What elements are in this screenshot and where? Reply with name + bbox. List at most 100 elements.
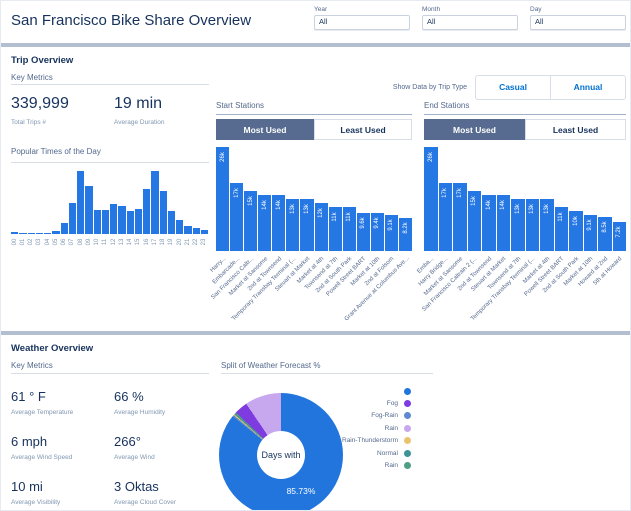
station-bar[interactable]: 13k <box>286 199 300 251</box>
station-bar[interactable]: 17k <box>230 183 244 251</box>
weather-metric-value: 61 ° F <box>11 389 46 404</box>
trip-type-button-casual[interactable]: Casual <box>475 75 550 100</box>
hist-bar-04[interactable] <box>44 232 52 234</box>
station-bar[interactable]: 26k <box>424 147 438 251</box>
hist-x-label: 09 <box>85 238 92 246</box>
forecast-legend: Fog Fog-Rain Rain Rain-Thunderstorm Normal Ra… <box>301 385 411 472</box>
station-bar[interactable]: 11k <box>342 207 356 251</box>
hist-bar-07[interactable] <box>68 202 76 234</box>
start-stations-title: Start Stations <box>216 101 265 110</box>
legend-label: Rain <box>384 462 398 470</box>
forecast-title: Split of Weather Forecast % <box>221 361 321 370</box>
hist-bar-13[interactable] <box>118 205 126 234</box>
hist-bar-00[interactable] <box>11 232 19 234</box>
legend-item[interactable]: Rain <box>301 459 411 471</box>
station-bar[interactable]: 13k <box>511 199 525 251</box>
metric-label: Total Trips # <box>11 119 47 126</box>
donut-data-label: 85.73% <box>286 486 316 496</box>
station-bar[interactable]: 11k <box>328 207 342 251</box>
hist-bar-03[interactable] <box>35 233 43 234</box>
start-stations-chart[interactable]: 26k 17k 15k 14k 14k 13k 13k 12k 11k 11k 9.6k 9.4k 9.… <box>216 147 413 251</box>
legend-label: Rain-Thunderstorm <box>342 437 398 445</box>
bar-value-label: 11k <box>332 212 339 222</box>
bar-value-label: 8.5k <box>601 221 608 233</box>
divider <box>11 84 209 85</box>
hist-bar-06[interactable] <box>60 222 68 234</box>
station-bar[interactable]: 7.2k <box>612 222 626 251</box>
filter-value-dropdown[interactable]: All <box>314 15 410 30</box>
hist-bar-19[interactable] <box>167 210 175 234</box>
station-bar[interactable]: 15k <box>467 191 481 251</box>
station-bar[interactable]: 26k <box>216 147 230 251</box>
station-bar[interactable]: 11k <box>554 207 568 251</box>
station-bar[interactable]: 9.6k <box>356 212 370 251</box>
hist-x-label: 21 <box>184 238 191 246</box>
station-bar[interactable]: 13k <box>540 199 554 251</box>
legend-item[interactable]: Normal <box>301 447 411 459</box>
station-bar[interactable]: 12k <box>314 203 328 251</box>
station-bar[interactable]: 17k <box>453 183 467 251</box>
weather-metric: 61 ° F Average Temperature <box>11 389 114 434</box>
hist-bar-14[interactable] <box>126 211 134 234</box>
legend-item[interactable]: Rain-Thunderstorm <box>301 435 411 447</box>
trip-overview-section: Trip Overview Key Metrics 339,999 Total T… <box>1 47 630 331</box>
hist-bar-02[interactable] <box>27 233 35 234</box>
station-bar[interactable]: 15k <box>244 191 258 251</box>
station-bar[interactable]: 14k <box>496 195 510 251</box>
hist-bar-22[interactable] <box>192 228 200 234</box>
bar-value-label: 14k <box>500 200 507 210</box>
hist-bar-09[interactable] <box>85 186 93 234</box>
station-bar[interactable]: 13k <box>300 199 314 251</box>
legend-item[interactable]: Rain <box>301 422 411 434</box>
station-bar[interactable]: 8.2k <box>399 218 413 251</box>
start-stations-tab-least-used[interactable]: Least Used <box>314 119 412 140</box>
legend-item[interactable] <box>301 385 411 397</box>
end-stations-tab-most-used[interactable]: Most Used <box>424 119 525 140</box>
weather-metric: 266° Average Wind <box>114 434 211 479</box>
bar-value-label: 9.6k <box>360 216 367 229</box>
station-bar[interactable]: 14k <box>258 195 272 251</box>
station-bar[interactable]: 9.1k <box>384 214 399 251</box>
hist-bar-10[interactable] <box>93 210 101 234</box>
hist-bar-17[interactable] <box>151 171 159 234</box>
donut-center: Days with <box>257 431 305 479</box>
hist-bar-16[interactable] <box>143 189 151 234</box>
station-bar[interactable]: 9.4k <box>370 213 384 251</box>
hist-bar-11[interactable] <box>101 210 109 234</box>
bar-value-label: 26k <box>219 152 226 162</box>
hist-bar-12[interactable] <box>110 204 118 234</box>
hist-x-label: 13 <box>118 238 125 246</box>
legend-swatch <box>404 437 411 445</box>
hist-x-label: 20 <box>176 238 183 246</box>
station-bar[interactable]: 13k <box>525 199 539 251</box>
station-bar[interactable]: 10k <box>569 211 583 251</box>
station-bar[interactable]: 14k <box>272 195 286 251</box>
hist-bar-18[interactable] <box>159 190 167 234</box>
station-bar[interactable]: 17k <box>438 183 452 251</box>
filter-value-dropdown[interactable]: All <box>422 15 518 30</box>
bar-value-label: 13k <box>543 204 550 214</box>
legend-swatch <box>404 400 411 408</box>
legend-item[interactable]: Fog <box>301 397 411 409</box>
hist-bar-01[interactable] <box>19 233 27 234</box>
hist-bar-05[interactable] <box>52 230 60 234</box>
popular-times-chart[interactable] <box>11 171 208 234</box>
hist-bar-21[interactable] <box>184 225 192 234</box>
bar-value-label: 9.4k <box>374 217 381 230</box>
station-bar[interactable]: 14k <box>482 195 496 251</box>
station-bar[interactable]: 9.1k <box>583 214 597 251</box>
end-stations-tab-least-used[interactable]: Least Used <box>525 119 626 140</box>
legend-item[interactable]: Fog-Rain <box>301 410 411 422</box>
station-bar[interactable]: 8.5k <box>598 217 612 251</box>
end-stations-chart[interactable]: 26k 17k 17k 15k 14k 14k 13k 13k 13k 11k 10k 9.1k 8.5… <box>424 147 626 251</box>
hist-bar-23[interactable] <box>200 230 208 234</box>
hist-bar-20[interactable] <box>176 220 184 234</box>
trip-type-button-annual[interactable]: Annual <box>550 75 626 100</box>
weather-key-metrics: 61 ° F Average Temperature 66 % Average Hum… <box>11 389 211 510</box>
hist-bar-08[interactable] <box>77 171 85 234</box>
filter-value-dropdown[interactable]: All <box>530 15 626 30</box>
filter-month: Month All <box>422 6 518 30</box>
start-stations-tab-most-used[interactable]: Most Used <box>216 119 314 140</box>
hist-bar-15[interactable] <box>134 208 142 234</box>
weather-metric-value: 6 mph <box>11 434 48 449</box>
